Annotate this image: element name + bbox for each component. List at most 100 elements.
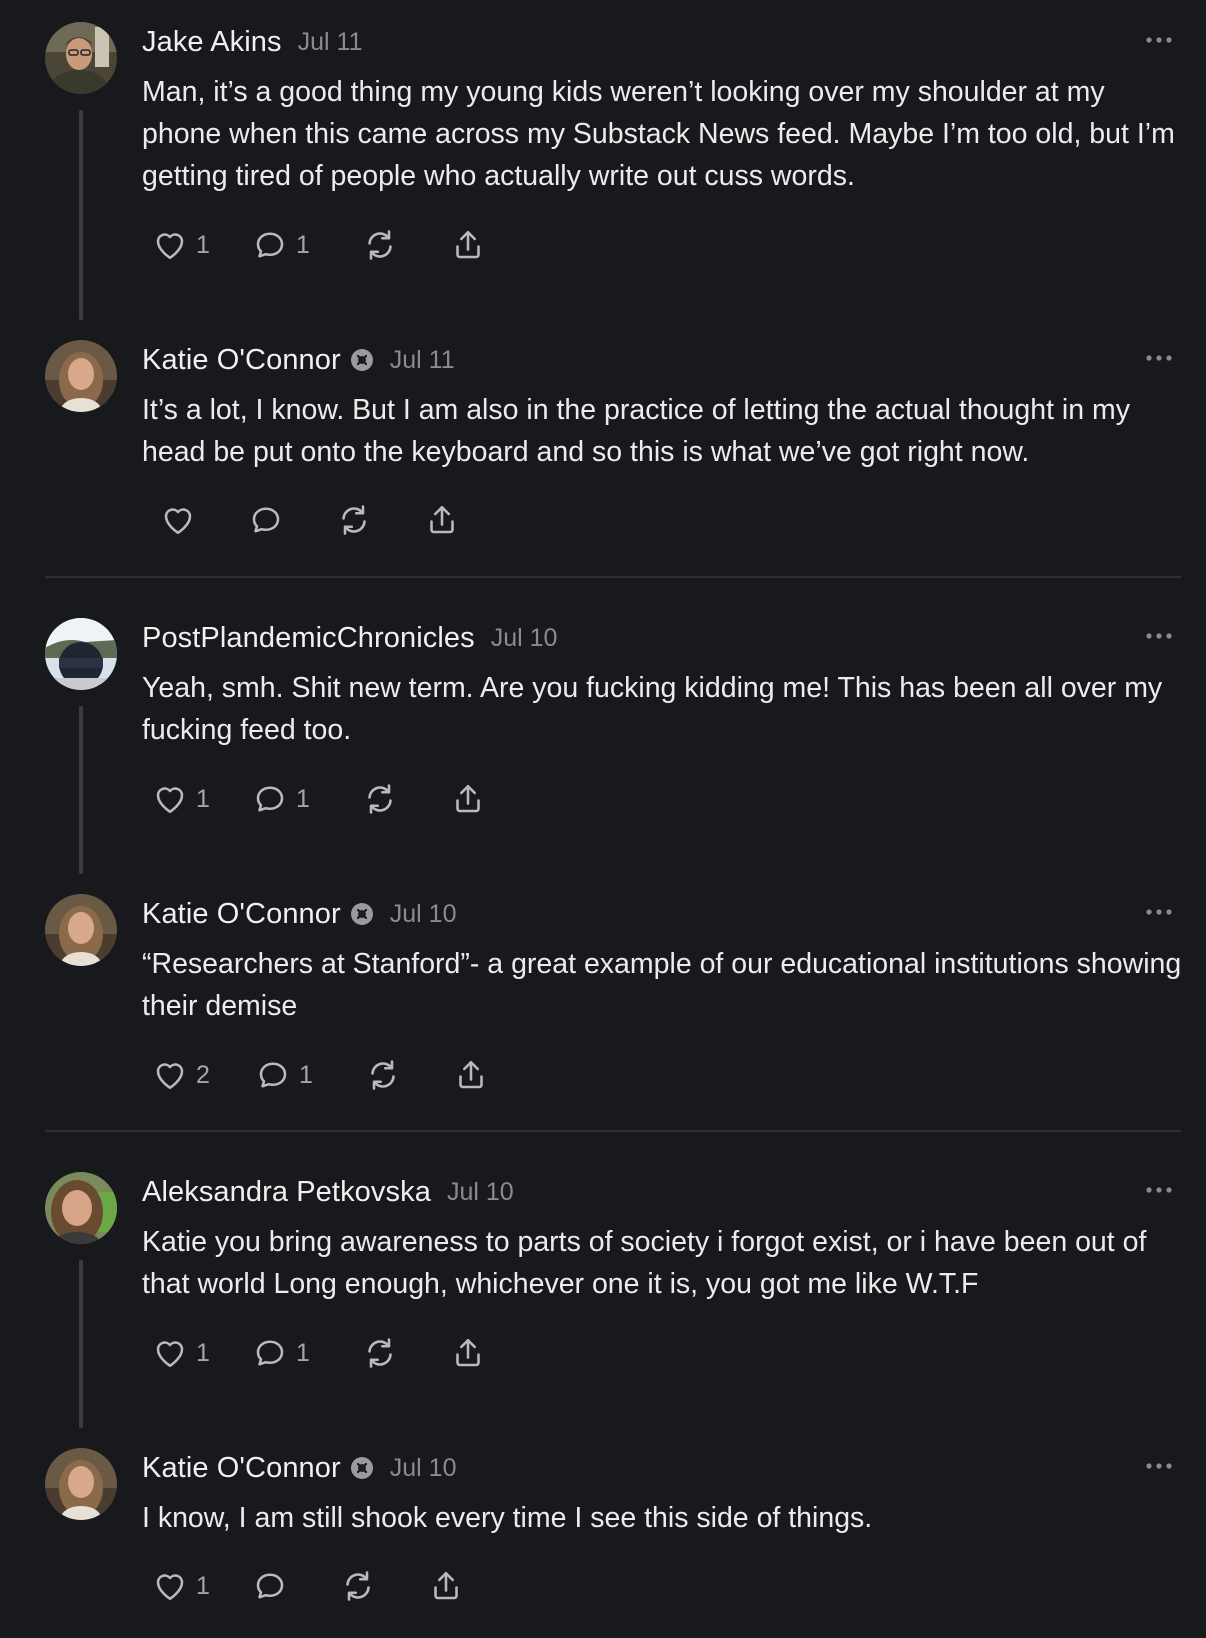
like-count: 1	[196, 784, 210, 813]
more-options-icon[interactable]	[1144, 30, 1174, 50]
comment-text: Katie you bring awareness to parts of so…	[142, 1226, 1147, 1300]
avatar[interactable]	[45, 22, 117, 94]
comment-bubble-icon	[256, 1340, 284, 1366]
share-icon	[456, 1338, 480, 1367]
comment-thread: Jake Akins Jul 11 Man, it’s a good thing…	[0, 0, 1206, 1638]
avatar[interactable]	[45, 1172, 117, 1244]
comment-header: Katie O'Connor Jul 10	[142, 894, 456, 934]
more-options-icon[interactable]	[1144, 348, 1174, 368]
restack-icon	[368, 1338, 392, 1368]
share-button[interactable]	[453, 1055, 493, 1095]
avatar[interactable]	[45, 618, 117, 690]
avatar[interactable]	[45, 894, 117, 966]
like-button[interactable]	[160, 500, 248, 540]
thread-line	[79, 1260, 83, 1428]
thread-line	[79, 110, 83, 320]
comment-header: Katie O'Connor Jul 10	[142, 1448, 456, 1488]
comment-actions: 2 1	[152, 1055, 493, 1095]
reply-button[interactable]: 1	[252, 779, 362, 819]
comment-actions: 1 1	[152, 1333, 490, 1373]
comment-bubble-icon	[252, 507, 280, 533]
restack-icon	[346, 1571, 370, 1601]
share-button[interactable]	[450, 779, 490, 819]
thread-line	[79, 706, 83, 874]
restack-button[interactable]	[362, 225, 450, 265]
avatar[interactable]	[45, 1448, 117, 1520]
comment-header: Jake Akins Jul 11	[142, 22, 363, 62]
heart-icon	[164, 508, 192, 535]
share-icon	[434, 1571, 458, 1600]
reply-button[interactable]: 1	[255, 1055, 365, 1095]
more-options-icon[interactable]	[1144, 1180, 1174, 1200]
heart-icon	[156, 1341, 184, 1368]
comment-date[interactable]: Jul 10	[447, 1178, 514, 1207]
comment-date[interactable]: Jul 11	[390, 346, 455, 375]
restack-icon	[368, 784, 392, 814]
restack-button[interactable]	[365, 1055, 453, 1095]
share-icon	[430, 505, 454, 534]
comment-actions: 1 1	[152, 779, 490, 819]
restack-button[interactable]	[362, 1333, 450, 1373]
verified-badge-icon	[350, 349, 373, 371]
share-button[interactable]	[450, 225, 490, 265]
comment-text: It’s a lot, I know. But I am also in the…	[142, 394, 1131, 468]
author-name[interactable]: Aleksandra Petkovska	[142, 1176, 431, 1209]
reply-button[interactable]	[252, 1566, 340, 1606]
author-name[interactable]: Katie O'Connor	[142, 898, 341, 931]
comment-text: Yeah, smh. Shit new term. Are you fuckin…	[142, 672, 1163, 746]
share-button[interactable]	[428, 1566, 468, 1606]
verified-badge-icon	[350, 903, 373, 925]
restack-button[interactable]	[336, 500, 424, 540]
comment-text: “Researchers at Stanford”- a great examp…	[142, 948, 1182, 1022]
like-button[interactable]: 1	[152, 1566, 252, 1606]
author-name[interactable]: Katie O'Connor	[142, 344, 341, 377]
reply-button[interactable]: 1	[252, 225, 362, 265]
heart-icon	[156, 1574, 184, 1601]
restack-icon	[368, 230, 392, 260]
comment-date[interactable]: Jul 10	[390, 1454, 457, 1483]
share-button[interactable]	[424, 500, 464, 540]
reply-count: 1	[296, 230, 310, 259]
more-options-icon[interactable]	[1144, 902, 1174, 922]
author-name[interactable]: PostPlandemicChronicles	[142, 622, 475, 655]
share-icon	[456, 230, 480, 259]
comment-date[interactable]: Jul 10	[390, 900, 457, 929]
comment-text: Man, it’s a good thing my young kids wer…	[142, 76, 1175, 192]
restack-button[interactable]	[340, 1566, 428, 1606]
heart-icon	[156, 233, 184, 260]
comment-header: Aleksandra Petkovska Jul 10	[142, 1172, 514, 1212]
share-button[interactable]	[450, 1333, 490, 1373]
like-count: 1	[196, 1338, 210, 1367]
comment-bubble-icon	[259, 1062, 287, 1088]
comment-text: I know, I am still shook every time I se…	[142, 1502, 873, 1534]
reply-count: 1	[296, 784, 310, 813]
avatar[interactable]	[45, 340, 117, 412]
restack-icon	[371, 1060, 395, 1090]
comment-bubble-icon	[256, 232, 284, 258]
like-button[interactable]: 1	[152, 779, 252, 819]
comment-actions: 1	[152, 1566, 468, 1606]
reply-button[interactable]	[248, 500, 336, 540]
restack-button[interactable]	[362, 779, 450, 819]
like-button[interactable]: 2	[152, 1055, 255, 1095]
comment-date[interactable]: Jul 11	[298, 28, 363, 57]
divider	[45, 1130, 1181, 1132]
more-options-icon[interactable]	[1144, 1456, 1174, 1476]
like-count: 1	[196, 230, 210, 259]
restack-icon	[342, 505, 366, 535]
author-name[interactable]: Jake Akins	[142, 26, 282, 59]
like-button[interactable]: 1	[152, 1333, 252, 1373]
author-name[interactable]: Katie O'Connor	[142, 1452, 341, 1485]
more-options-icon[interactable]	[1144, 626, 1174, 646]
share-icon	[456, 784, 480, 813]
reply-button[interactable]: 1	[252, 1333, 362, 1373]
comment-bubble-icon	[256, 786, 284, 812]
comment-bubble-icon	[256, 1573, 284, 1599]
comment-actions: 1 1	[152, 225, 490, 265]
like-count: 2	[196, 1060, 210, 1089]
comment-date[interactable]: Jul 10	[491, 624, 558, 653]
comment-header: Katie O'Connor Jul 11	[142, 340, 455, 380]
like-button[interactable]: 1	[152, 225, 252, 265]
like-count: 1	[196, 1571, 210, 1600]
heart-icon	[156, 1063, 184, 1090]
